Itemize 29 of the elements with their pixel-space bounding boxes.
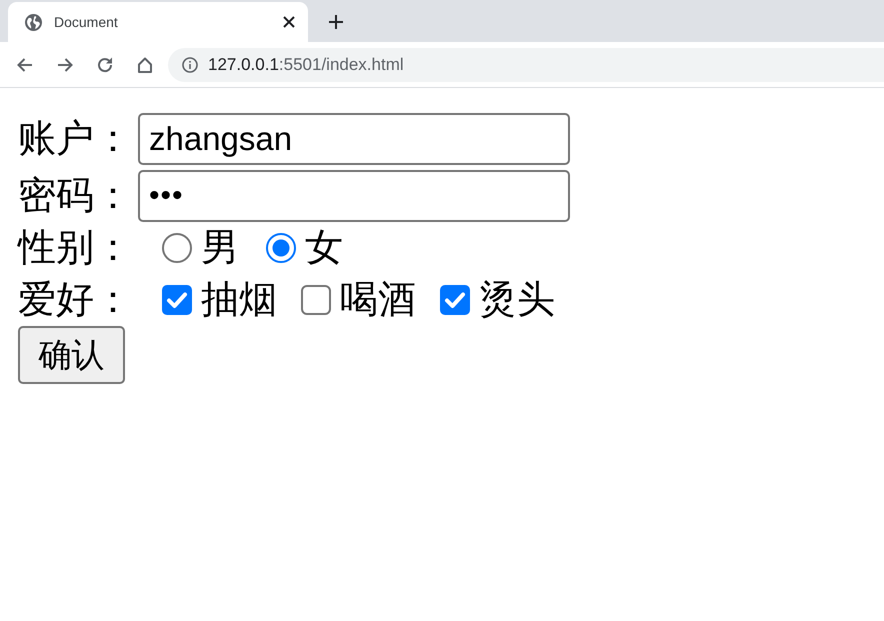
password-field[interactable]: ••• <box>138 170 570 222</box>
checkbox-label[interactable]: 喝酒 <box>340 278 416 322</box>
reload-icon[interactable] <box>96 56 114 74</box>
field-label: 账户： <box>18 117 133 161</box>
close-icon[interactable] <box>282 15 296 29</box>
tab-title: Document <box>54 14 119 30</box>
info-icon[interactable] <box>182 56 198 72</box>
username-field[interactable]: zhangsan <box>138 113 570 165</box>
field-label: 爱好： <box>18 278 133 322</box>
radio-label[interactable]: 男 <box>201 226 239 270</box>
checkbox[interactable] <box>440 285 470 315</box>
globe-icon <box>25 14 42 30</box>
radio-button[interactable] <box>162 233 192 263</box>
field-label: 密码： <box>18 174 133 218</box>
house-icon[interactable] <box>136 56 154 74</box>
plus-icon[interactable] <box>328 14 344 30</box>
confirm-button[interactable]: 确认 <box>18 326 125 384</box>
address-bar[interactable]: 127.0.0.1:5501/index.html <box>168 48 884 82</box>
browser-tab[interactable]: Document <box>8 2 308 42</box>
checkbox-label[interactable]: 烫头 <box>479 278 555 322</box>
checkbox[interactable] <box>301 285 331 315</box>
field-label: 性别： <box>18 226 133 270</box>
radio-button[interactable] <box>266 233 296 263</box>
radio-label[interactable]: 女 <box>305 226 343 270</box>
left-arrow-icon[interactable] <box>16 56 34 74</box>
checkbox[interactable] <box>162 285 192 315</box>
url-text: 127.0.0.1:5501/index.html <box>208 54 404 74</box>
right-arrow-icon[interactable] <box>56 56 74 74</box>
checkbox-label[interactable]: 抽烟 <box>201 278 277 322</box>
